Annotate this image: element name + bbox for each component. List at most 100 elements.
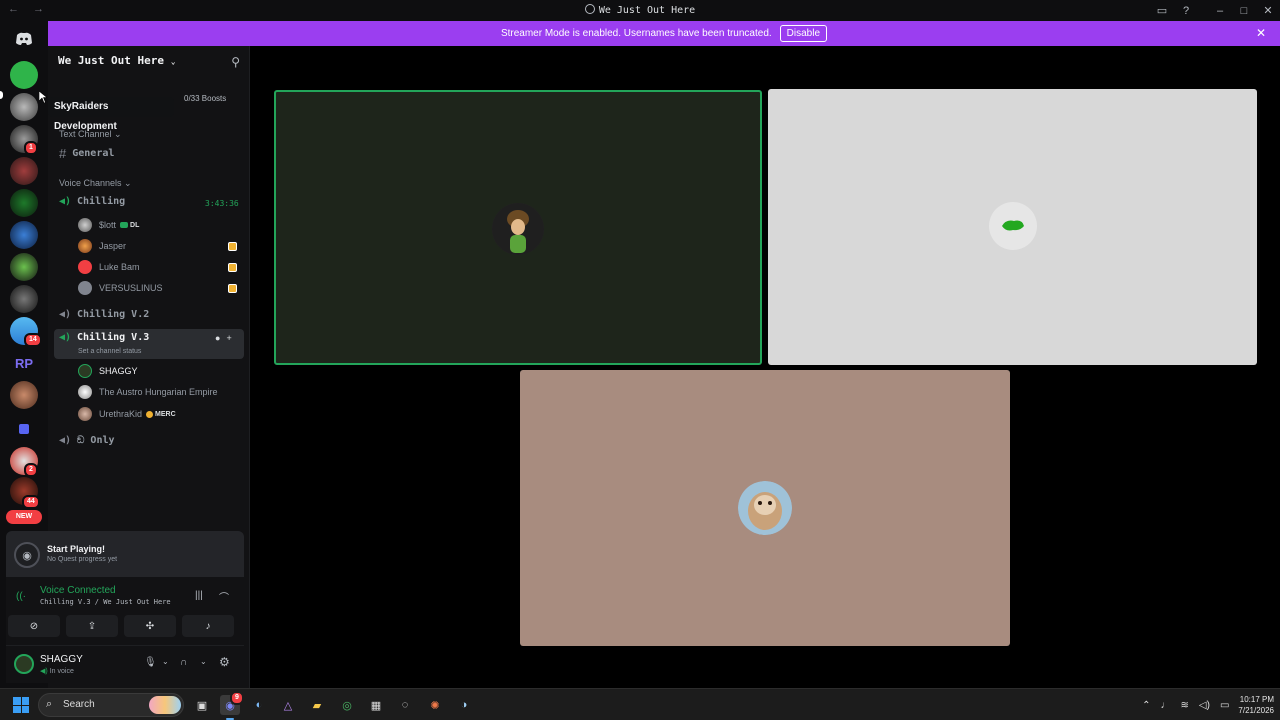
voice-user-jasper[interactable]: Jasper bbox=[78, 238, 126, 254]
participant-tile[interactable] bbox=[768, 89, 1257, 365]
server-icon[interactable] bbox=[10, 285, 38, 313]
file-explorer-icon[interactable]: ▰ bbox=[307, 695, 327, 715]
steam-client-icon[interactable]: ◑ bbox=[454, 695, 474, 715]
channel-only[interactable]: ◀) ඞ Only bbox=[59, 435, 115, 446]
obs-icon[interactable]: ◌ bbox=[395, 695, 415, 715]
minimize-button[interactable]: – bbox=[1208, 5, 1232, 17]
task-view-icon[interactable]: ▣ bbox=[192, 695, 212, 715]
banner-message: Streamer Mode is enabled. Usernames have… bbox=[500, 28, 772, 39]
chevron-down-icon[interactable]: ⌄ bbox=[162, 657, 169, 666]
activities-button[interactable]: ✣ bbox=[124, 615, 176, 637]
speaker-icon: ◀) bbox=[59, 196, 72, 207]
close-window-button[interactable]: ✕ bbox=[1256, 4, 1280, 17]
live-stream-icon bbox=[228, 263, 237, 272]
voice-status[interactable]: Voice Connected bbox=[40, 585, 116, 596]
quest-card[interactable]: ◉ Start Playing! No Quest progress yet bbox=[6, 531, 244, 577]
server-icon-rp[interactable]: RP bbox=[10, 349, 38, 377]
unread-badge: 1 bbox=[24, 141, 38, 155]
discord-home-icon[interactable] bbox=[10, 25, 38, 53]
window-titlebar: ← → We Just Out Here ▭ ? – □ ✕ bbox=[0, 0, 1280, 21]
voice-user-luke-bam[interactable]: Luke Bam bbox=[78, 259, 140, 275]
quest-icon: ◉ bbox=[14, 542, 40, 568]
voice-call-stage bbox=[250, 46, 1280, 688]
screen-share-button[interactable]: ⇪ bbox=[66, 615, 118, 637]
voice-user-austro-hungarian[interactable]: The Austro Hungarian Empire bbox=[78, 384, 218, 400]
voice-user-slott[interactable]: $lott DL bbox=[78, 217, 139, 233]
disable-streamer-button[interactable]: Disable bbox=[779, 25, 828, 42]
search-box[interactable]: ⌕ Search bbox=[38, 693, 184, 717]
channel-status[interactable]: Set a channel status bbox=[78, 348, 141, 355]
server-icon[interactable] bbox=[10, 381, 38, 409]
server-pill bbox=[0, 91, 3, 99]
channel-general[interactable]: # General bbox=[59, 146, 114, 161]
new-badge: NEW bbox=[6, 510, 42, 524]
server-icon[interactable] bbox=[10, 221, 38, 249]
chevron-down-icon[interactable]: ⌄ bbox=[200, 657, 207, 666]
claude-icon[interactable]: ✺ bbox=[425, 695, 445, 715]
search-icon: ⌕ bbox=[46, 698, 53, 710]
close-icon[interactable]: ✕ bbox=[1256, 26, 1266, 40]
channel-chilling[interactable]: ◀) Chilling bbox=[59, 196, 125, 207]
user-tag: DL bbox=[120, 222, 139, 229]
clock[interactable]: 10:17 PM 7/21/2026 bbox=[1238, 694, 1274, 716]
notification-badge: 9 bbox=[230, 691, 244, 705]
system-tray: ⌃ ♩ ≋ ◁) ▭ 10:17 PM 7/21/2026 bbox=[1137, 689, 1280, 720]
boost-progress[interactable]: 0/33 Boosts bbox=[184, 94, 226, 103]
chrome-icon[interactable]: ◎ bbox=[337, 695, 357, 715]
avatar bbox=[78, 218, 92, 232]
avatar bbox=[78, 239, 92, 253]
steam-icon[interactable]: ◐ bbox=[249, 695, 269, 715]
volume-icon[interactable]: ◁) bbox=[1199, 700, 1210, 711]
disconnect-icon[interactable]: ⌒ bbox=[219, 589, 229, 604]
maximize-button[interactable]: □ bbox=[1232, 5, 1256, 17]
participant-avatar bbox=[738, 481, 792, 535]
help-icon[interactable]: ? bbox=[1174, 5, 1198, 17]
participant-avatar bbox=[988, 201, 1038, 251]
chevron-up-icon[interactable]: ⌃ bbox=[1142, 700, 1150, 711]
wifi-icon[interactable]: ≋ bbox=[1181, 700, 1189, 711]
invite-icon[interactable]: + bbox=[226, 333, 231, 343]
server-icon-skyraiders[interactable] bbox=[10, 93, 38, 121]
server-icon[interactable] bbox=[10, 157, 38, 185]
server-icon[interactable] bbox=[10, 253, 38, 281]
participant-tile[interactable] bbox=[520, 370, 1010, 646]
gear-icon[interactable]: ⚙ bbox=[219, 655, 230, 669]
app-icon[interactable]: ▦ bbox=[366, 695, 386, 715]
folder-icon[interactable] bbox=[10, 415, 38, 443]
voice-user-shaggy[interactable]: SHAGGY bbox=[78, 363, 138, 379]
hash-icon: # bbox=[59, 146, 67, 161]
user-name[interactable]: SHAGGY bbox=[40, 654, 83, 665]
participant-tile-speaking[interactable] bbox=[274, 90, 762, 365]
channel-chilling-v3[interactable]: ◀) Chilling V.3 bbox=[59, 332, 149, 343]
server-header[interactable]: We Just Out Here ⌄ bbox=[58, 54, 176, 67]
search-highlight-icon bbox=[149, 696, 181, 714]
channel-chilling-v2[interactable]: ◀) Chilling V.2 bbox=[59, 309, 149, 320]
vpn-icon[interactable]: △ bbox=[278, 695, 298, 715]
server-icon-green[interactable] bbox=[10, 61, 38, 89]
windows-start-icon[interactable] bbox=[13, 697, 29, 713]
unread-badge: 44 bbox=[22, 495, 40, 509]
microphone-icon[interactable]: 🎙︎ bbox=[144, 657, 157, 668]
noise-suppression-icon[interactable]: ||| bbox=[195, 590, 203, 601]
server-tooltip: SkyRaiders Development bbox=[48, 97, 174, 132]
server-icon[interactable] bbox=[10, 189, 38, 217]
speaker-icon: ◀) bbox=[59, 332, 72, 343]
signal-icon[interactable]: ((· bbox=[16, 591, 26, 602]
battery-icon[interactable]: ▭ bbox=[1220, 700, 1229, 711]
unread-badge: 14 bbox=[24, 333, 42, 347]
inbox-icon[interactable]: ▭ bbox=[1150, 4, 1174, 17]
camera-off-button[interactable]: ⊘ bbox=[8, 615, 60, 637]
category-voice[interactable]: Voice Channels ⌄ bbox=[59, 178, 132, 189]
speaker-locked-icon: ◀) bbox=[59, 435, 72, 446]
voice-location[interactable]: Chilling V.3 / We Just Out Here bbox=[40, 598, 171, 606]
voice-user-versuslinus[interactable]: VERSUSLINUS bbox=[78, 280, 163, 296]
chat-icon[interactable]: ● bbox=[215, 333, 220, 343]
soundboard-button[interactable]: ♪ bbox=[182, 615, 234, 637]
add-member-icon[interactable]: ⚲ bbox=[231, 55, 240, 69]
avatar[interactable] bbox=[14, 654, 34, 674]
headphones-icon[interactable]: ∩ bbox=[180, 657, 187, 668]
streamer-mode-banner: Streamer Mode is enabled. Usernames have… bbox=[48, 21, 1280, 46]
voice-user-urethrakid[interactable]: UrethraKid MERC bbox=[78, 406, 176, 422]
microphone-tray-icon[interactable]: ♩ bbox=[1161, 700, 1171, 711]
channel-actions: ● + bbox=[215, 333, 232, 343]
